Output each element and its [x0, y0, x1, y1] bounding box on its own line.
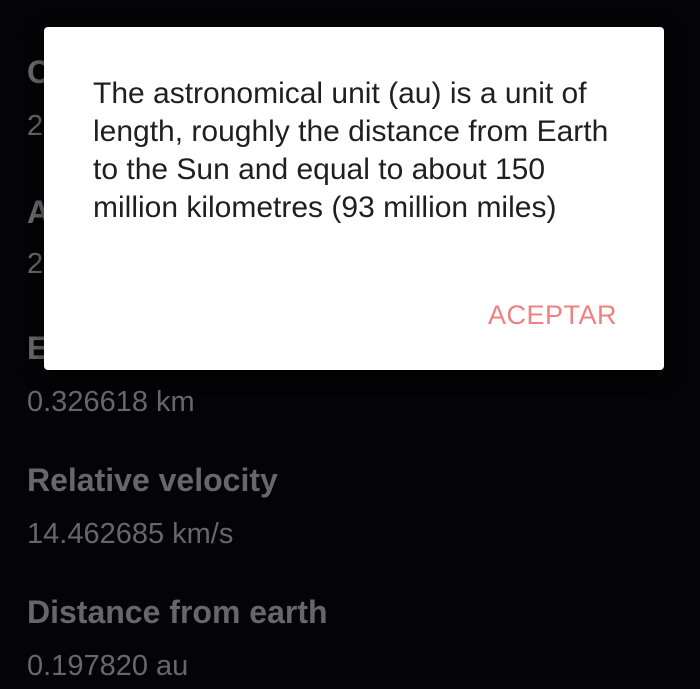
dialog-message: The astronomical unit (au) is a unit of … [93, 77, 609, 224]
info-dialog: The astronomical unit (au) is a unit of … [44, 27, 664, 370]
accept-button[interactable]: ACEPTAR [488, 295, 617, 335]
